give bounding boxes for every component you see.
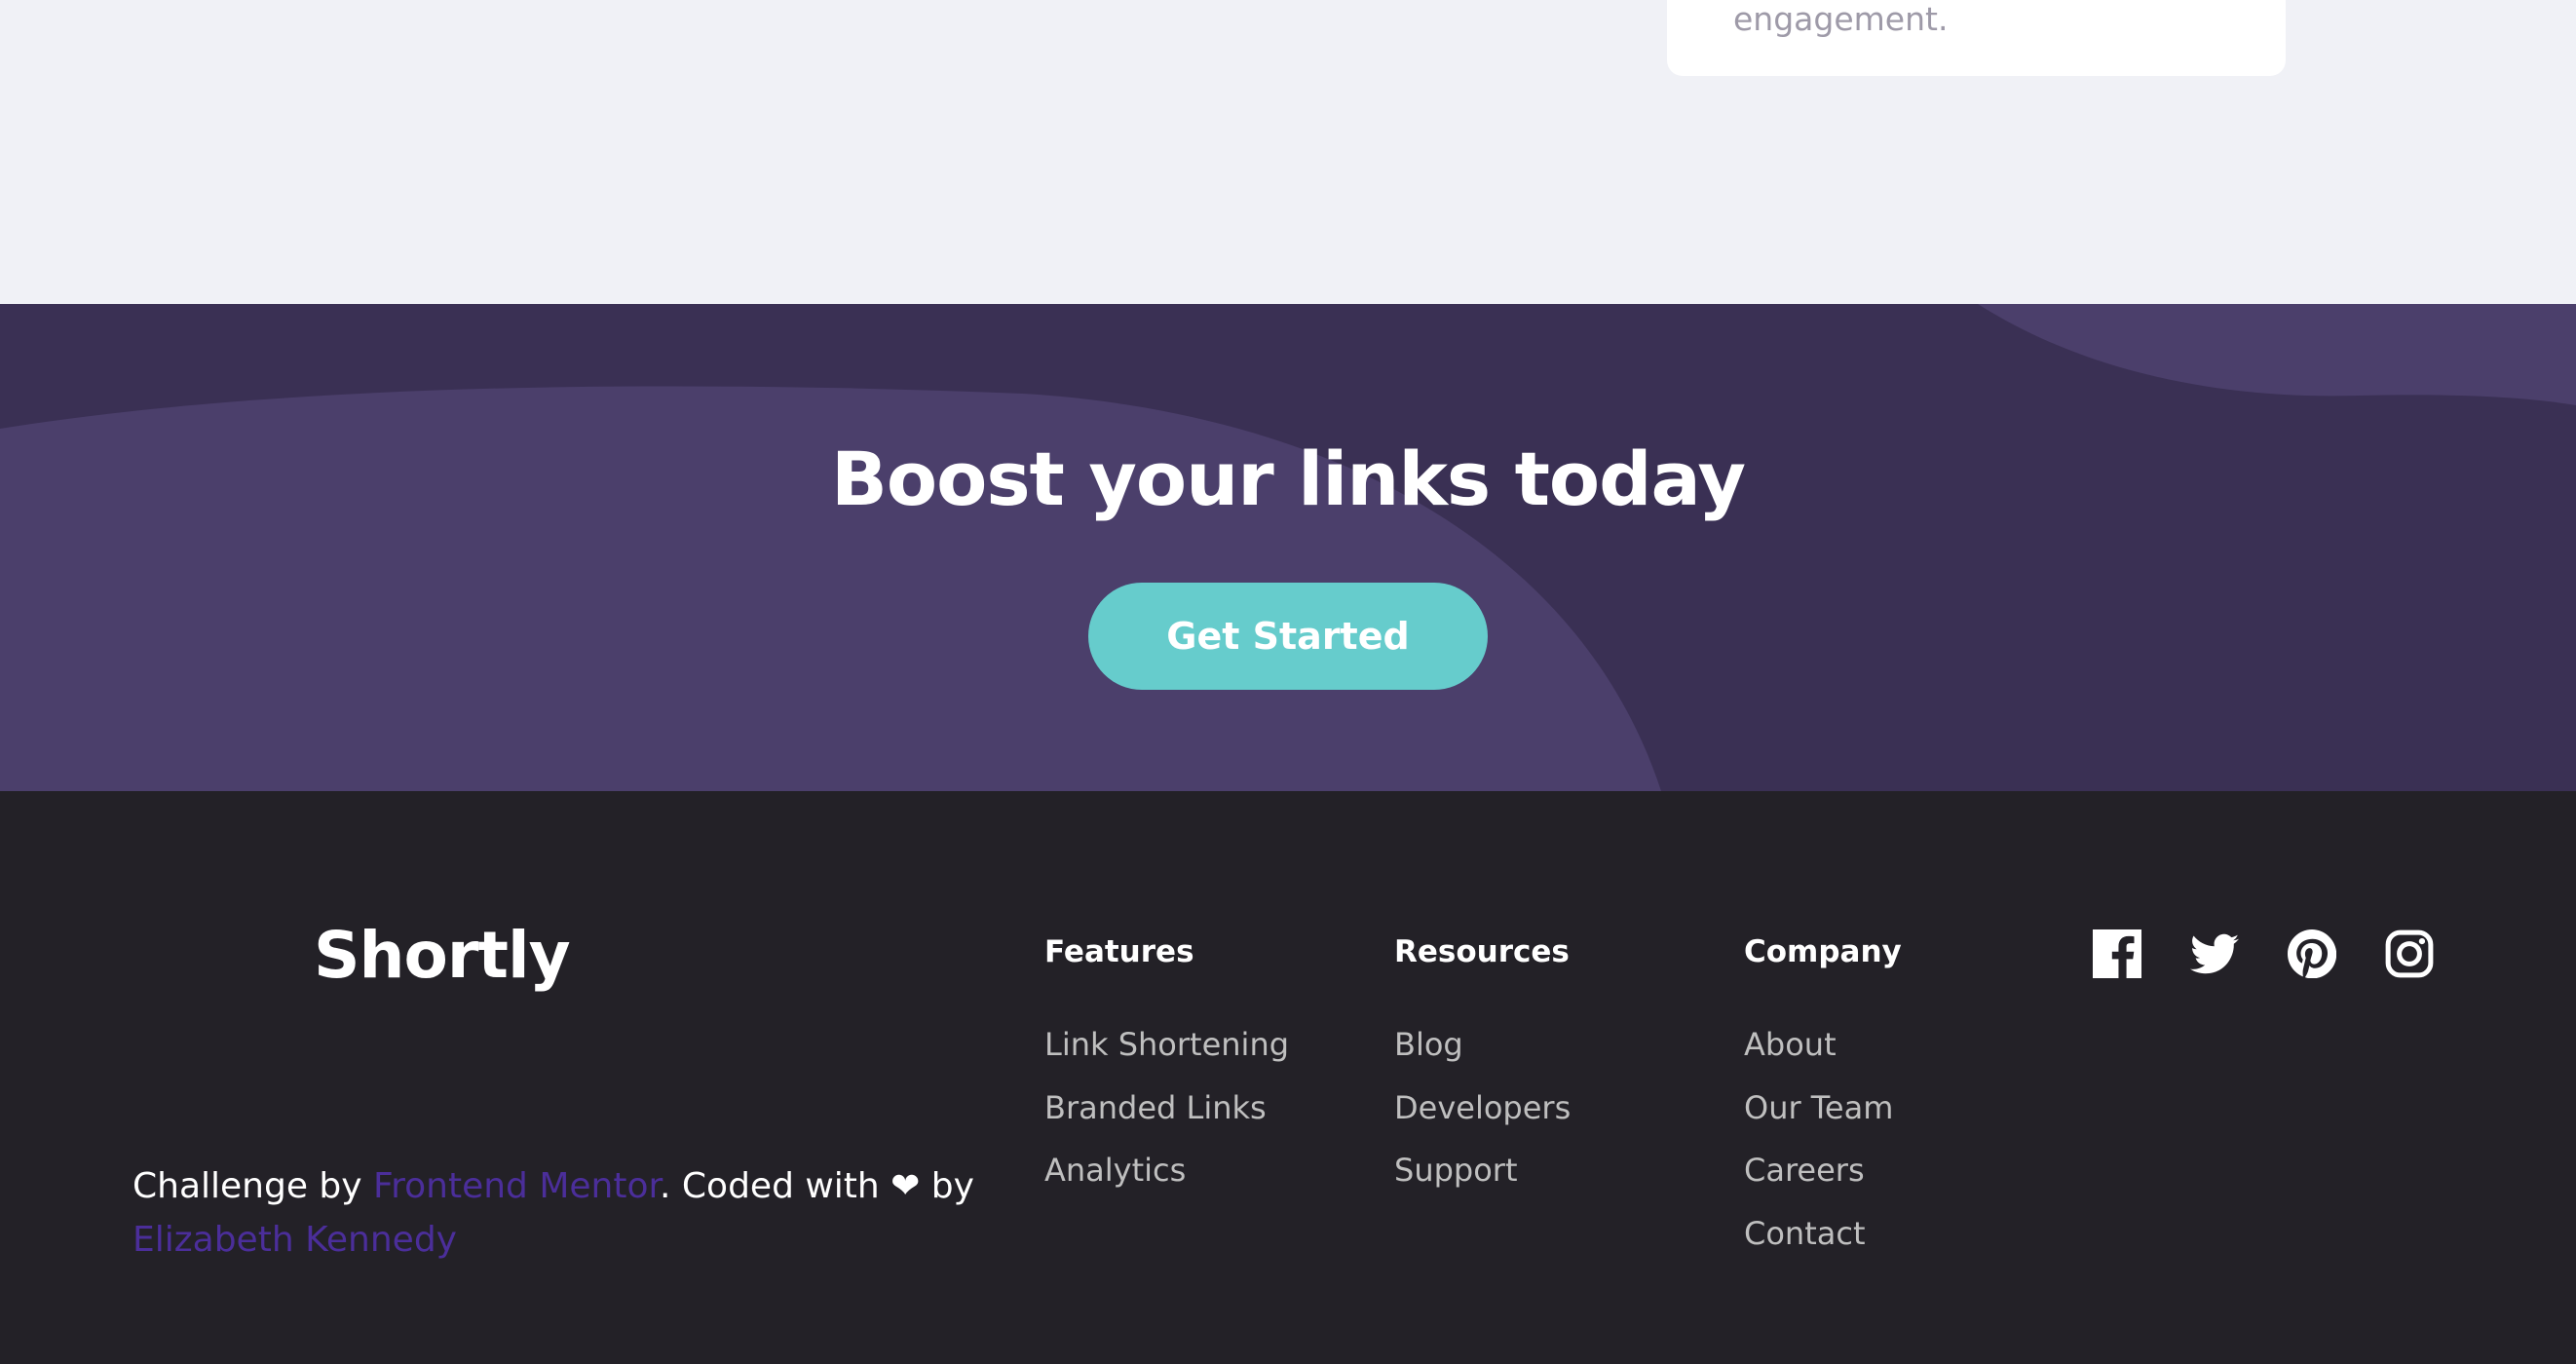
instagram-icon[interactable] [2385, 929, 2434, 978]
author-link[interactable]: Elizabeth Kennedy [133, 1220, 457, 1260]
footer-column-title: Features [1044, 934, 1194, 969]
footer-column-resources: Resources Blog Developers Support [1394, 933, 1571, 1202]
footer-link-developers[interactable]: Developers [1394, 1077, 1571, 1140]
footer-column-features: Features Link Shortening Branded Links A… [1044, 933, 1289, 1202]
attribution-middle: . Coded with ❤ by [660, 1166, 974, 1206]
footer-link-blog[interactable]: Blog [1394, 1013, 1571, 1077]
footer-link-link-shortening[interactable]: Link Shortening [1044, 1013, 1289, 1077]
footer-column-title: Resources [1394, 934, 1570, 969]
get-started-button[interactable]: Get Started [1088, 583, 1488, 690]
boost-title: Boost your links today [830, 436, 1746, 522]
stat-card-text: engagement. [1733, 0, 1949, 38]
footer-column-title: Company [1744, 934, 1902, 969]
footer-link-analytics[interactable]: Analytics [1044, 1139, 1289, 1202]
frontend-mentor-link[interactable]: Frontend Mentor [373, 1166, 660, 1206]
footer-logo[interactable]: Shortly [314, 918, 571, 993]
attribution: Challenge by Frontend Mentor. Coded with… [133, 1159, 1009, 1267]
social-links [2093, 929, 2434, 978]
footer-link-support[interactable]: Support [1394, 1139, 1571, 1202]
features-section: engagement. [0, 0, 2576, 304]
footer-link-careers[interactable]: Careers [1744, 1139, 1902, 1202]
twitter-icon[interactable] [2190, 929, 2239, 978]
pinterest-icon[interactable] [2288, 929, 2336, 978]
boost-background-shapes [0, 304, 2576, 791]
attribution-prefix: Challenge by [133, 1166, 374, 1206]
stat-card: engagement. [1667, 0, 2286, 76]
footer-link-branded-links[interactable]: Branded Links [1044, 1077, 1289, 1140]
footer-link-contact[interactable]: Contact [1744, 1202, 1902, 1266]
footer: Shortly Features Link Shortening Branded… [0, 791, 2576, 1364]
boost-section: Boost your links today Get Started [0, 304, 2576, 791]
footer-link-our-team[interactable]: Our Team [1744, 1077, 1902, 1140]
facebook-icon[interactable] [2093, 929, 2141, 978]
footer-link-about[interactable]: About [1744, 1013, 1902, 1077]
footer-column-company: Company About Our Team Careers Contact [1744, 933, 1902, 1265]
